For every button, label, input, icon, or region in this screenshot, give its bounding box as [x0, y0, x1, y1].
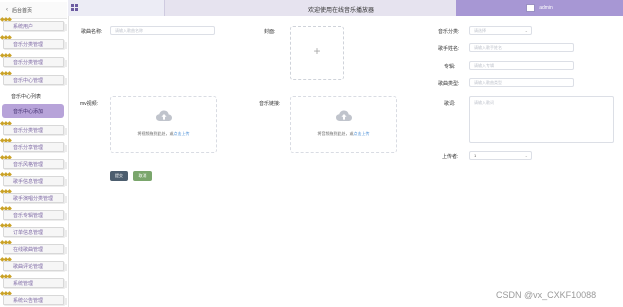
music-upload-link[interactable]: 点击上传	[354, 131, 370, 136]
sidebar-section-title[interactable]: 音乐中心列表	[11, 93, 41, 100]
sidebar-item[interactable]: ◆◆◆ 音乐分类管理	[0, 35, 67, 51]
header: 欢迎使用在线音乐播放器 admin	[68, 0, 623, 16]
music-file-label: 音乐链接:	[259, 101, 281, 107]
cover-label: 封面:	[264, 29, 276, 35]
sidebar-item-label: 系统公告管理	[13, 297, 44, 304]
singer-name-label: 歌手姓名:	[438, 46, 460, 52]
lyrics-label: 歌词:	[444, 101, 456, 107]
cloud-upload-icon	[156, 110, 172, 121]
cover-upload[interactable]: +	[290, 26, 344, 80]
published-value: 1	[474, 153, 477, 158]
chevron-down-icon: ⌄	[524, 153, 528, 158]
sidebar-item-label: 音乐分类管理	[13, 41, 44, 48]
sidebar-item-label: 系统用户	[13, 23, 34, 30]
sidebar-item-label: 音乐分类管理	[13, 59, 44, 66]
music-category-placeholder: 请选择	[474, 27, 486, 33]
sidebar-item[interactable]: ◆◆◆ 歌曲评论管理	[0, 257, 67, 273]
submit-button[interactable]: 提交	[110, 171, 128, 181]
music-name-input[interactable]: 请输入歌曲名称	[110, 26, 215, 35]
cloud-upload-icon	[336, 110, 352, 121]
sidebar-item[interactable]: ◆◆◆ 系统管理	[0, 274, 67, 290]
avatar	[526, 4, 536, 12]
mv-upload-text: 将视频拖到此处，或点击上传	[137, 131, 190, 136]
sidebar-item-label: 歌曲评论管理	[13, 263, 44, 270]
cancel-button[interactable]: 取消	[133, 171, 152, 181]
sidebar-item[interactable]: ◆◆◆ 在线歌曲管理	[0, 240, 67, 256]
music-type-label: 歌曲类型:	[438, 81, 460, 87]
sidebar-item[interactable]: ◆◆◆ 音乐分享管理	[0, 138, 67, 154]
sidebar-item[interactable]: ◆◆◆ 系统用户	[0, 17, 67, 33]
sidebar-item[interactable]: ◆◆◆ 音乐分类管理	[0, 53, 67, 69]
sidebar-item-label: 音乐分享管理	[13, 144, 44, 151]
sidebar-item-label: 歌手信息管理	[13, 178, 44, 185]
music-category-label: 音乐分类:	[438, 29, 460, 35]
plus-icon: +	[313, 44, 321, 58]
sidebar-item-active[interactable]: 音乐中心添加	[2, 104, 64, 118]
mv-video-label: mv视频:	[80, 101, 99, 107]
lyrics-textarea[interactable]: 请输入歌词	[469, 96, 614, 143]
user-menu[interactable]: admin	[456, 0, 623, 16]
published-select[interactable]: 1 ⌄	[469, 151, 532, 160]
sidebar-item[interactable]: ◆◆◆ 系统公告管理	[0, 291, 67, 307]
sidebar-item[interactable]: ◆◆◆ 音乐中心管理	[0, 71, 67, 87]
singer-name-input[interactable]: 请输入歌手姓名	[469, 43, 574, 52]
mv-upload-link[interactable]: 点击上传	[174, 131, 190, 136]
sidebar-item[interactable]: ◆◆◆ 订单信息管理	[0, 223, 67, 239]
published-label: 上传者:	[442, 154, 459, 160]
page-title: 欢迎使用在线音乐播放器	[308, 8, 375, 14]
sidebar-item[interactable]: ◆◆◆ 歌手信息管理	[0, 172, 67, 188]
user-name: admin	[539, 5, 553, 11]
chevron-left-icon: ‹	[6, 7, 8, 13]
sidebar: ‹ 后台首页 ◆◆◆ 系统用户 ◆◆◆ 音乐分类管理 ◆◆◆ 音乐分类管理 ◆◆…	[0, 0, 69, 307]
sidebar-item-label: 在线歌曲管理	[13, 246, 44, 253]
album-label: 专辑:	[444, 64, 456, 70]
sidebar-item-label: 歌手演唱分类管理	[13, 195, 54, 202]
music-upload-text: 将音频拖到此处，或点击上传	[317, 131, 370, 136]
album-input[interactable]: 请输入专辑	[469, 61, 574, 70]
sidebar-item-label: 音乐中心管理	[13, 77, 44, 84]
watermark: CSDN @vx_CXKF10088	[496, 290, 597, 300]
chevron-down-icon: ⌄	[524, 28, 528, 33]
sidebar-item-label: 订单信息管理	[13, 229, 44, 236]
sidebar-item-label: 音乐分类管理	[13, 127, 44, 134]
menu-toggle-icon[interactable]	[71, 4, 78, 11]
music-type-input[interactable]: 请输入歌曲类型	[469, 78, 574, 87]
music-name-label: 歌曲名称:	[81, 29, 103, 35]
sidebar-item-label: 音乐风格管理	[13, 161, 44, 168]
mv-video-upload[interactable]: 将视频拖到此处，或点击上传	[110, 96, 217, 153]
sidebar-home-label: 后台首页	[12, 7, 33, 14]
music-category-select[interactable]: 请选择 ⌄	[469, 26, 532, 35]
sidebar-item-label: 音乐专辑管理	[13, 212, 44, 219]
sidebar-item[interactable]: ◆◆◆ 音乐专辑管理	[0, 206, 67, 222]
sidebar-item[interactable]: ◆◆◆ 音乐风格管理	[0, 155, 67, 171]
sidebar-item-label: 系统管理	[13, 280, 34, 287]
music-file-upload[interactable]: 将音频拖到此处，或点击上传	[290, 96, 397, 153]
sidebar-item[interactable]: ◆◆◆ 歌手演唱分类管理	[0, 189, 67, 205]
sidebar-item[interactable]: ◆◆◆ 音乐分类管理	[0, 121, 67, 137]
